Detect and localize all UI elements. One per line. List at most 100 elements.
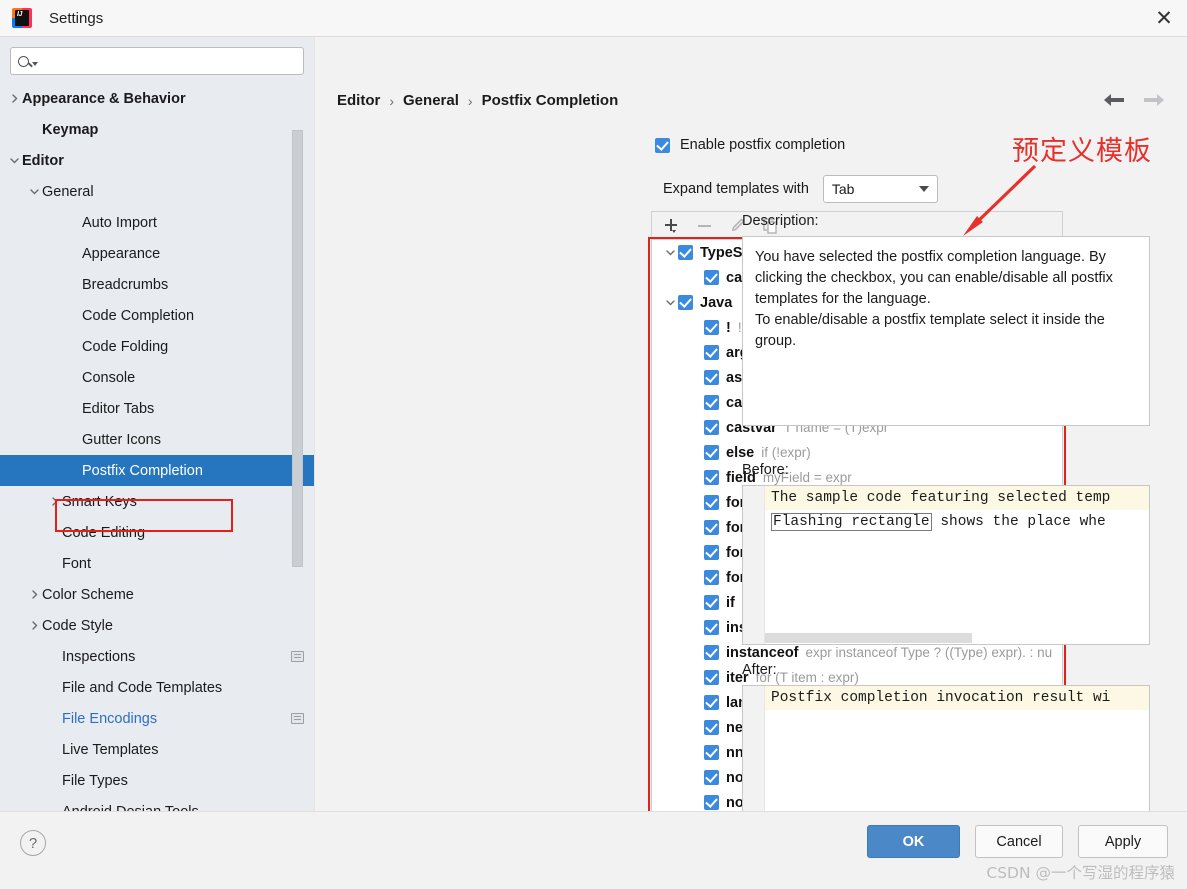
watermark-text: CSDN @一个写湿的程序猿 <box>986 864 1175 882</box>
cancel-button[interactable]: Cancel <box>975 825 1063 858</box>
sidebar-item-file-types[interactable]: File Types <box>0 765 314 796</box>
sidebar-item-label: Console <box>82 369 136 386</box>
template-checkbox[interactable] <box>704 395 719 410</box>
chevron-down-icon[interactable] <box>6 155 22 166</box>
template-checkbox[interactable] <box>704 620 719 635</box>
sidebar-item-font[interactable]: Font <box>0 548 314 579</box>
template-checkbox[interactable] <box>704 470 719 485</box>
template-checkbox[interactable] <box>704 695 719 710</box>
template-description: if (!expr) <box>761 445 811 460</box>
sidebar-item-file-encodings[interactable]: File Encodings <box>0 703 314 734</box>
template-checkbox[interactable] <box>704 345 719 360</box>
chevron-right-icon[interactable] <box>26 589 42 600</box>
template-checkbox[interactable] <box>704 495 719 510</box>
code-text: The sample code featuring selected temp <box>771 490 1111 506</box>
template-name: Java <box>700 294 733 311</box>
sidebar-item-console[interactable]: Console <box>0 362 314 393</box>
template-checkbox[interactable] <box>704 670 719 685</box>
template-checkbox[interactable] <box>704 745 719 760</box>
template-checkbox[interactable] <box>704 595 719 610</box>
chevron-down-icon[interactable] <box>662 297 678 308</box>
search-box[interactable] <box>10 47 304 75</box>
sidebar-item-auto-import[interactable]: Auto Import <box>0 207 314 238</box>
sidebar-item-appearance[interactable]: Appearance <box>0 238 314 269</box>
sidebar-item-file-and-code-templates[interactable]: File and Code Templates <box>0 672 314 703</box>
sidebar-item-color-scheme[interactable]: Color Scheme <box>0 579 314 610</box>
sidebar-item-label: Auto Import <box>82 214 157 231</box>
sidebar-item-label: Code Style <box>42 617 113 634</box>
settings-nav-tree[interactable]: Appearance & Behavior Keymap Editor General… <box>0 83 314 848</box>
description-text: You have selected the postfix completion… <box>755 249 1113 349</box>
search-area <box>0 37 314 83</box>
sidebar-item-editor[interactable]: Editor <box>0 145 314 176</box>
template-checkbox[interactable] <box>704 320 719 335</box>
chevron-right-icon[interactable] <box>6 93 22 104</box>
template-checkbox[interactable] <box>704 420 719 435</box>
breadcrumb-general[interactable]: General <box>403 92 459 109</box>
settings-scope-badge-icon <box>291 713 304 724</box>
dialog-footer: ? OK Cancel Apply CSDN @一个写湿的程序猿 <box>0 811 1187 889</box>
template-checkbox[interactable] <box>678 245 693 260</box>
enable-postfix-completion-row[interactable]: Enable postfix completion <box>655 137 845 153</box>
breadcrumb: Editor › General › Postfix Completion <box>337 92 618 109</box>
template-row[interactable]: else if (!expr) <box>652 440 1062 465</box>
breadcrumb-editor[interactable]: Editor <box>337 92 380 109</box>
template-checkbox[interactable] <box>704 370 719 385</box>
template-checkbox[interactable] <box>678 295 693 310</box>
chevron-down-icon[interactable] <box>918 186 929 192</box>
sidebar-item-label: Editor Tabs <box>82 400 155 417</box>
sidebar-scrollbar-thumb[interactable] <box>292 130 303 567</box>
sidebar-item-code-style[interactable]: Code Style <box>0 610 314 641</box>
sidebar-item-breadcrumbs[interactable]: Breadcrumbs <box>0 269 314 300</box>
sidebar-item-postfix-completion[interactable]: Postfix Completion <box>0 455 314 486</box>
intellij-logo-icon: IJ <box>12 8 32 28</box>
help-button[interactable]: ? <box>20 830 46 856</box>
template-checkbox[interactable] <box>704 570 719 585</box>
sidebar-item-editor-tabs[interactable]: Editor Tabs <box>0 393 314 424</box>
expand-templates-select[interactable]: Tab <box>822 175 938 203</box>
search-input[interactable] <box>38 52 296 70</box>
code-text-wrap: Flashing rectangle shows the place whe <box>765 513 1106 531</box>
sidebar-item-smart-keys[interactable]: Smart Keys <box>0 486 314 517</box>
template-checkbox[interactable] <box>704 770 719 785</box>
template-checkbox[interactable] <box>704 645 719 660</box>
close-icon[interactable]: ✕ <box>1141 0 1187 36</box>
sidebar-item-label: Color Scheme <box>42 586 134 603</box>
chevron-down-icon[interactable] <box>662 247 678 258</box>
template-checkbox[interactable] <box>704 720 719 735</box>
ok-button[interactable]: OK <box>867 825 960 858</box>
sidebar-item-label: Postfix Completion <box>82 462 203 479</box>
template-checkbox[interactable] <box>704 520 719 535</box>
template-checkbox[interactable] <box>704 545 719 560</box>
add-icon[interactable] <box>662 217 680 235</box>
template-checkbox[interactable] <box>704 445 719 460</box>
template-checkbox[interactable] <box>704 795 719 810</box>
template-description: expr instanceof Type ? ((Type) expr). : … <box>805 645 1053 660</box>
before-code-box[interactable]: 1The sample code featuring selected temp… <box>742 485 1150 645</box>
sidebar-item-live-templates[interactable]: Live Templates <box>0 734 314 765</box>
window-titlebar: IJ Settings ✕ <box>0 0 1187 37</box>
sidebar-item-code-folding[interactable]: Code Folding <box>0 331 314 362</box>
sidebar-item-appearance-behavior[interactable]: Appearance & Behavior <box>0 83 314 114</box>
sidebar-item-keymap[interactable]: Keymap <box>0 114 314 145</box>
sidebar-item-inspections[interactable]: Inspections <box>0 641 314 672</box>
chevron-right-icon[interactable] <box>46 496 62 507</box>
apply-button[interactable]: Apply <box>1078 825 1168 858</box>
enable-postfix-completion-checkbox[interactable] <box>655 137 670 153</box>
sidebar-item-code-editing[interactable]: Code Editing <box>0 517 314 548</box>
chevron-down-icon[interactable] <box>26 186 42 197</box>
chevron-right-icon[interactable] <box>26 620 42 631</box>
breadcrumb-separator-1: › <box>389 92 395 109</box>
forward-arrow-icon[interactable] <box>1141 89 1167 111</box>
sidebar-item-label: Inspections <box>62 648 136 665</box>
sidebar-item-label: Smart Keys <box>62 493 137 510</box>
sidebar-item-gutter-icons[interactable]: Gutter Icons <box>0 424 314 455</box>
breadcrumb-postfix-completion: Postfix Completion <box>481 92 619 109</box>
before-horizontal-scrollbar-thumb[interactable] <box>765 633 972 643</box>
template-checkbox[interactable] <box>704 270 719 285</box>
sidebar-item-code-completion[interactable]: Code Completion <box>0 300 314 331</box>
sidebar-item-label: Code Editing <box>62 524 146 541</box>
sidebar-item-general[interactable]: General <box>0 176 314 207</box>
after-label: After: <box>742 662 777 678</box>
back-arrow-icon[interactable] <box>1101 89 1127 111</box>
